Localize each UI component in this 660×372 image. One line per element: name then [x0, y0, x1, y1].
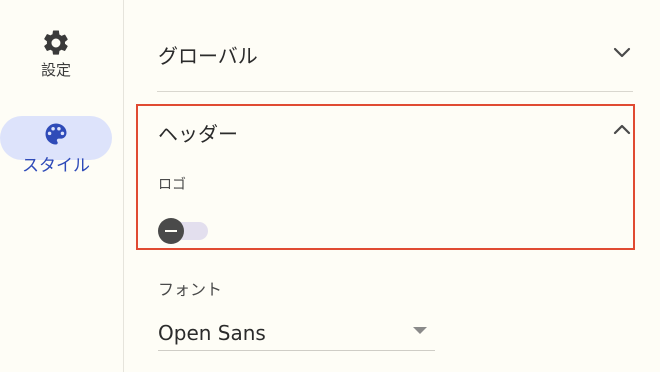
- dropdown-arrow-icon: [413, 327, 427, 334]
- section-divider: [157, 91, 633, 92]
- section-global-header[interactable]: グローバル: [158, 32, 632, 72]
- font-select-value: Open Sans: [158, 321, 266, 345]
- navigation-rail: 設定 スタイル: [0, 0, 124, 372]
- nav-settings[interactable]: 設定: [0, 28, 112, 80]
- font-select[interactable]: Open Sans: [158, 316, 435, 351]
- nav-settings-label: 設定: [40, 61, 71, 79]
- section-global-title: グローバル: [158, 44, 258, 68]
- nav-style-label: スタイル: [22, 156, 90, 176]
- logo-toggle[interactable]: [158, 218, 208, 244]
- logo-toggle-knob: [158, 218, 184, 244]
- style-editor: 設定 スタイル グローバル ヘッダー ロゴ フォント Open Sans: [0, 0, 660, 372]
- chevron-down-icon: [613, 47, 631, 58]
- palette-icon: [45, 123, 67, 145]
- nav-style[interactable]: スタイル: [0, 116, 112, 176]
- logo-toggle-label: ロゴ: [158, 177, 186, 193]
- style-panel: グローバル ヘッダー ロゴ フォント Open Sans: [124, 0, 660, 372]
- font-select-label: フォント: [158, 280, 223, 299]
- gear-icon: [44, 30, 68, 55]
- section-header-header[interactable]: ヘッダー: [158, 110, 632, 150]
- section-header-title: ヘッダー: [158, 122, 238, 146]
- chevron-up-icon: [613, 124, 631, 135]
